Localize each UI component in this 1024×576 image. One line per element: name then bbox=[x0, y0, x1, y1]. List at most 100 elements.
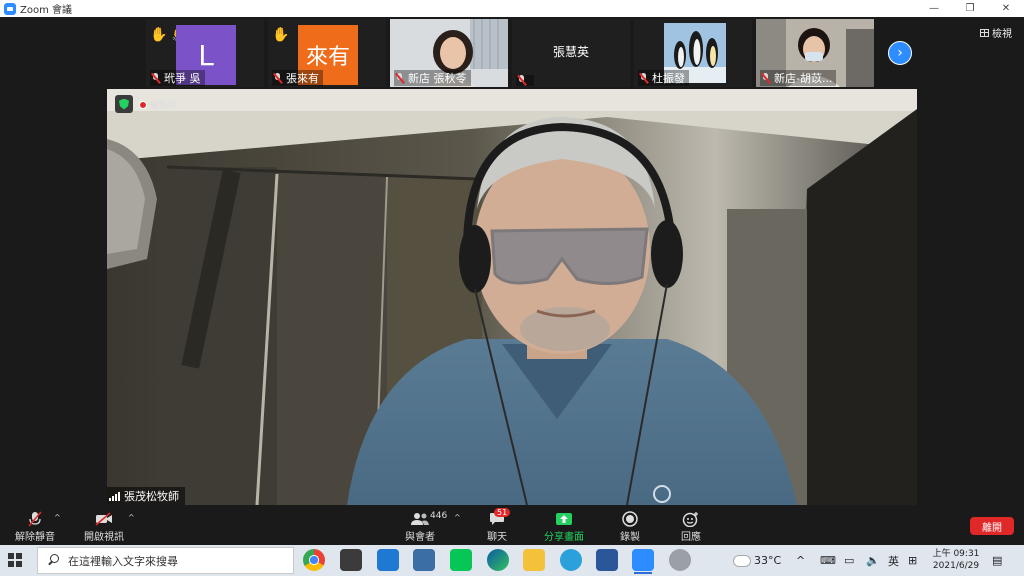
input-method-indicator[interactable]: 英 bbox=[888, 545, 899, 576]
participant-name: 張來有 bbox=[272, 70, 323, 86]
chat-label: 聊天 bbox=[487, 532, 507, 543]
audio-options-caret[interactable]: ^ bbox=[54, 513, 61, 522]
windows-start-icon[interactable] bbox=[8, 553, 22, 567]
start-video-button[interactable]: 開啟視訊 bbox=[82, 510, 126, 543]
chat-icon: 51 bbox=[480, 508, 514, 528]
search-placeholder: 在這裡輸入文字來搜尋 bbox=[68, 554, 178, 568]
security-shield-icon[interactable] bbox=[115, 95, 133, 113]
recording-indicator: 錄製中 bbox=[139, 98, 177, 111]
next-page-button[interactable]: › bbox=[888, 41, 912, 65]
paint-icon[interactable] bbox=[669, 549, 691, 571]
muted-mic-icon bbox=[761, 72, 770, 84]
view-button-label: 檢視 bbox=[992, 29, 1012, 40]
recording-label: 錄製中 bbox=[150, 101, 178, 111]
chat-unread-badge: 51 bbox=[494, 508, 511, 517]
edge-icon[interactable] bbox=[487, 549, 509, 571]
start-video-label: 開啟視訊 bbox=[84, 532, 124, 543]
ime-mode-icon[interactable]: ⊞ bbox=[908, 545, 917, 576]
window-title: Zoom 會議 bbox=[20, 5, 73, 16]
share-screen-icon bbox=[541, 510, 587, 528]
clock-date: 2021/6/29 bbox=[932, 561, 980, 571]
share-screen-button[interactable]: 分享畫面 bbox=[541, 510, 587, 543]
save-app-icon[interactable] bbox=[413, 549, 435, 571]
participant-name-label: 新店 張秋苓 bbox=[408, 72, 467, 85]
minimize-button[interactable]: — bbox=[916, 0, 952, 17]
signal-bars-icon bbox=[109, 491, 120, 501]
taskbar-search-box[interactable]: 在這裡輸入文字來搜尋 bbox=[37, 547, 294, 574]
participant-thumbnail[interactable]: ✋ 來有 張來有 bbox=[268, 19, 386, 87]
line-icon[interactable] bbox=[450, 549, 472, 571]
chrome-icon[interactable] bbox=[303, 549, 325, 571]
store-icon[interactable] bbox=[340, 549, 362, 571]
participant-name-label: 新店-胡苡... bbox=[774, 72, 833, 85]
weather-widget[interactable]: 33°C bbox=[734, 545, 781, 576]
participant-center-name: 張慧英 bbox=[552, 45, 589, 59]
meeting-toolbar: 解除靜音 ^ 開啟視訊 ^ 與會者 446 ^ 51 聊天 分享畫面 錄製 回應… bbox=[0, 507, 1024, 545]
mail-icon[interactable] bbox=[377, 549, 399, 571]
muted-mic-icon bbox=[395, 72, 404, 84]
network-icon[interactable]: ▭ bbox=[844, 545, 854, 576]
participant-name-label: 張來有 bbox=[286, 72, 319, 85]
participant-name-label: 杜振發 bbox=[652, 72, 685, 85]
share-screen-label: 分享畫面 bbox=[544, 532, 584, 543]
speaker-name: 張茂松牧師 bbox=[124, 490, 179, 503]
participant-name: 杜振發 bbox=[638, 70, 689, 86]
zoom-app: Zoom 會議 — ❐ ✕ ✋ 👏 L 玳爭 吳 ✋ 來有 張來有 新店 張秋苓… bbox=[0, 0, 1024, 576]
cloud-icon bbox=[734, 555, 750, 566]
unmute-button[interactable]: 解除靜音 bbox=[14, 510, 56, 543]
grid-view-icon bbox=[980, 28, 989, 37]
participant-thumbnail[interactable]: 杜振發 bbox=[634, 19, 752, 87]
raise-hand-icon: ✋ bbox=[272, 27, 290, 43]
reactions-icon bbox=[677, 510, 705, 528]
video-options-caret[interactable]: ^ bbox=[128, 513, 135, 522]
active-speaker-video[interactable]: 錄製中 張茂松牧師 bbox=[107, 89, 917, 505]
reactions-button[interactable]: 回應 bbox=[677, 510, 705, 543]
participant-thumbnail[interactable]: 新店 張秋苓 bbox=[390, 19, 508, 87]
participants-label: 與會者 bbox=[405, 532, 435, 543]
video-off-icon bbox=[82, 510, 126, 528]
weather-temperature: 33°C bbox=[754, 554, 782, 567]
volume-icon[interactable]: 🔈 bbox=[866, 545, 880, 576]
keyboard-icon[interactable]: ⌨ bbox=[820, 545, 836, 576]
record-button[interactable]: 錄製 bbox=[616, 510, 644, 543]
recording-dot-icon bbox=[139, 100, 147, 109]
clock-time: 上午 09:31 bbox=[932, 549, 980, 559]
view-button[interactable]: 檢視 bbox=[980, 25, 1012, 40]
record-icon bbox=[616, 510, 644, 528]
title-bar: Zoom 會議 — ❐ ✕ bbox=[0, 0, 1024, 17]
file-explorer-icon[interactable] bbox=[523, 549, 545, 571]
word-icon[interactable] bbox=[596, 549, 618, 571]
zoom-taskbar-icon[interactable] bbox=[632, 549, 654, 574]
reactions-label: 回應 bbox=[681, 532, 701, 543]
unmute-label: 解除靜音 bbox=[15, 532, 55, 543]
chevron-right-icon: › bbox=[897, 45, 903, 61]
tray-overflow-caret[interactable]: ^ bbox=[796, 545, 805, 576]
system-clock[interactable]: 上午 09:31 2021/6/29 bbox=[928, 548, 984, 572]
muted-mic-icon bbox=[273, 72, 282, 84]
muted-mic-icon bbox=[517, 75, 526, 86]
muted-mic-icon bbox=[639, 72, 648, 84]
participants-options-caret[interactable]: ^ bbox=[454, 513, 461, 522]
chat-button[interactable]: 51 聊天 bbox=[480, 508, 514, 543]
search-icon bbox=[46, 553, 60, 568]
participant-name: 新店 張秋苓 bbox=[394, 70, 471, 86]
meeting-stage: ✋ 👏 L 玳爭 吳 ✋ 來有 張來有 新店 張秋苓 張慧英 杜振發 新店-胡苡… bbox=[0, 17, 1024, 507]
participant-name-label: 玳爭 吳 bbox=[164, 72, 201, 85]
close-button[interactable]: ✕ bbox=[988, 0, 1024, 17]
muted-mic-icon bbox=[14, 510, 56, 528]
restore-button[interactable]: ❐ bbox=[952, 0, 988, 17]
telegram-icon[interactable] bbox=[560, 549, 582, 571]
leave-button[interactable]: 離開 bbox=[970, 517, 1014, 535]
participant-thumbnail[interactable]: ✋ 👏 L 玳爭 吳 bbox=[146, 19, 264, 87]
participant-thumbnail[interactable]: 新店-胡苡... bbox=[756, 19, 874, 87]
participant-thumbnail[interactable]: 張慧英 bbox=[512, 19, 630, 87]
participant-name: 玳爭 吳 bbox=[150, 70, 205, 86]
participant-name: 新店-胡苡... bbox=[760, 70, 837, 86]
windows-taskbar: 在這裡輸入文字來搜尋 33°C ^ ⌨ ▭ 🔈 英 ⊞ 上午 09:31 202… bbox=[0, 545, 1024, 576]
speaker-video-frame bbox=[107, 89, 917, 505]
participants-count: 446 bbox=[430, 511, 448, 521]
speaker-name-tag: 張茂松牧師 bbox=[107, 487, 185, 505]
notifications-icon[interactable]: ▤ bbox=[992, 545, 1002, 576]
muted-mic-icon bbox=[151, 72, 160, 84]
zoom-logo-icon bbox=[4, 2, 16, 15]
